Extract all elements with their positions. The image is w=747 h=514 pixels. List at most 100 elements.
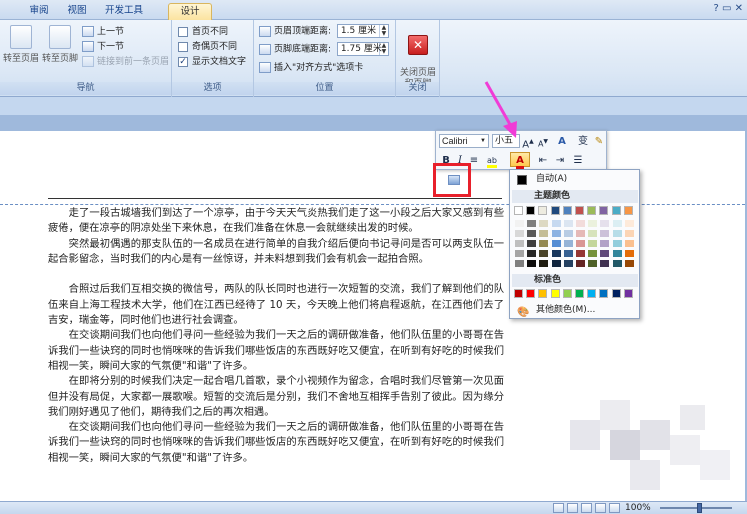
draft-view-icon[interactable]	[609, 503, 620, 513]
theme-shade-swatch[interactable]	[539, 220, 549, 227]
zoom-level[interactable]: 100%	[625, 502, 651, 514]
theme-shade-swatch[interactable]	[624, 250, 634, 257]
document-body[interactable]: 走了一段古城墙我们到达了一个凉亭，由于今天天气炎热我们走了这一小段之后大家又感到…	[48, 206, 504, 466]
theme-shade-swatch[interactable]	[624, 260, 634, 267]
theme-shade-swatch[interactable]	[576, 220, 585, 227]
theme-shade-swatch[interactable]	[551, 260, 561, 267]
theme-shade-swatch[interactable]	[527, 230, 537, 237]
goto-header-button[interactable]: 转至页眉	[3, 25, 39, 64]
theme-shade-swatch[interactable]	[600, 260, 610, 267]
theme-color-swatch[interactable]	[623, 206, 633, 215]
theme-shade-swatch[interactable]	[515, 230, 524, 237]
font-size-box[interactable]: 小五	[492, 134, 520, 148]
spinner-arrows-icon[interactable]: ▲ ▼	[378, 25, 388, 37]
theme-shade-swatch[interactable]	[600, 220, 610, 227]
theme-shade-swatch[interactable]	[588, 260, 598, 267]
theme-shade-swatch[interactable]	[588, 240, 598, 247]
theme-shade-swatch[interactable]	[551, 240, 561, 247]
standard-color-swatch[interactable]	[514, 289, 523, 298]
paragraph[interactable]: 在交谈期间我们也向他们寻问一些经验为我们一天之后的调研做准备，他们队伍里的小哥哥…	[48, 328, 504, 374]
paragraph[interactable]: 走了一段古城墙我们到达了一个凉亭，由于今天天气炎热我们走了这一小段之后大家又感到…	[48, 206, 504, 237]
grow-font-button[interactable]: A▲	[522, 134, 534, 150]
standard-color-swatch[interactable]	[611, 289, 621, 298]
standard-color-swatch[interactable]	[550, 289, 560, 298]
theme-shade-swatch[interactable]	[576, 250, 585, 257]
print-layout-view-icon[interactable]	[553, 503, 564, 513]
theme-shade-swatch[interactable]	[588, 250, 598, 257]
automatic-color-option[interactable]: 自动(A)	[512, 172, 638, 187]
theme-shade-swatch[interactable]	[563, 260, 573, 267]
theme-color-swatch[interactable]	[611, 206, 621, 215]
theme-color-swatch[interactable]	[514, 206, 523, 215]
theme-shade-swatch[interactable]	[588, 230, 598, 237]
standard-color-swatch[interactable]	[575, 289, 584, 298]
highlight-button[interactable]: ab	[483, 153, 501, 168]
odd-even-different-checkbox[interactable]: 奇偶页不同	[178, 40, 237, 55]
theme-shade-swatch[interactable]	[624, 230, 634, 237]
theme-color-swatch[interactable]	[526, 206, 536, 215]
next-section-button[interactable]: 下一节	[82, 40, 124, 55]
footer-bottom-spinner[interactable]: ▲ ▼ 1.75 厘米	[336, 42, 389, 56]
theme-shade-swatch[interactable]	[563, 250, 573, 257]
theme-shade-swatch[interactable]	[539, 250, 549, 257]
theme-shade-swatch[interactable]	[563, 240, 573, 247]
theme-shade-swatch[interactable]	[612, 240, 622, 247]
theme-shade-swatch[interactable]	[563, 230, 573, 237]
standard-color-swatch[interactable]	[599, 289, 609, 298]
link-to-previous-button[interactable]: 链接到前一条页眉	[82, 55, 169, 70]
theme-shade-swatch[interactable]	[576, 260, 585, 267]
theme-shade-swatch[interactable]	[527, 220, 537, 227]
show-document-text-checkbox[interactable]: ✓ 显示文档文字	[178, 55, 246, 70]
theme-shade-swatch[interactable]	[612, 260, 622, 267]
tab-review[interactable]: 审阅	[22, 3, 56, 20]
theme-shade-swatch[interactable]	[527, 250, 537, 257]
format-painter-icon[interactable]: ✎	[593, 134, 605, 149]
theme-shade-swatch[interactable]	[539, 230, 549, 237]
theme-shade-swatch[interactable]	[515, 240, 524, 247]
theme-color-swatch[interactable]	[550, 206, 560, 215]
theme-shade-swatch[interactable]	[527, 240, 537, 247]
theme-shade-swatch[interactable]	[600, 250, 610, 257]
dropdown-arrow-icon[interactable]: ▼	[480, 135, 488, 147]
theme-shade-swatch[interactable]	[588, 220, 598, 227]
standard-color-swatch[interactable]	[623, 289, 633, 298]
full-screen-view-icon[interactable]	[567, 503, 578, 513]
standard-color-swatch[interactable]	[526, 289, 536, 298]
shrink-font-button[interactable]: A▼	[537, 134, 549, 149]
tab-developer[interactable]: 开发工具	[98, 3, 150, 20]
theme-shade-swatch[interactable]	[551, 230, 561, 237]
theme-color-swatch[interactable]	[538, 206, 548, 215]
standard-color-swatch[interactable]	[538, 289, 548, 298]
web-layout-view-icon[interactable]	[581, 503, 592, 513]
paragraph[interactable]: 合照过后我们互相交换的微信号，两队的队长同时也进行一次短暂的交流，我们了解到他们…	[48, 282, 504, 328]
styles-button[interactable]: A	[553, 134, 571, 149]
theme-color-swatch[interactable]	[587, 206, 597, 215]
help-icon[interactable]: ? ▭ ✕	[714, 3, 744, 14]
zoom-slider[interactable]	[660, 507, 732, 509]
bullets-icon[interactable]: ☰	[570, 153, 586, 168]
font-color-button[interactable]: A	[510, 152, 530, 169]
theme-shade-swatch[interactable]	[600, 230, 610, 237]
theme-shade-swatch[interactable]	[612, 220, 622, 227]
insert-alignment-tab-button[interactable]: 插入"对齐方式"选项卡	[259, 61, 363, 76]
decrease-indent-icon[interactable]: ⇤	[536, 153, 550, 168]
increase-indent-icon[interactable]: ⇥	[553, 153, 567, 168]
standard-color-swatch[interactable]	[587, 289, 597, 298]
theme-shade-swatch[interactable]	[612, 230, 622, 237]
theme-shade-swatch[interactable]	[576, 230, 585, 237]
blank-paragraph[interactable]	[48, 267, 504, 282]
more-colors-option[interactable]: 🎨 其他颜色(M)...	[512, 303, 638, 318]
theme-shade-swatch[interactable]	[539, 240, 549, 247]
close-header-footer-button[interactable]: ✕ 关闭页眉 和页脚	[398, 24, 438, 90]
standard-color-swatch[interactable]	[562, 289, 572, 298]
theme-shade-swatch[interactable]	[624, 240, 634, 247]
theme-shade-swatch[interactable]	[539, 260, 549, 267]
theme-shade-swatch[interactable]	[527, 260, 537, 267]
theme-color-swatch[interactable]	[575, 206, 584, 215]
theme-shade-swatch[interactable]	[624, 220, 634, 227]
theme-shade-swatch[interactable]	[563, 220, 573, 227]
theme-shade-swatch[interactable]	[515, 220, 524, 227]
theme-shade-swatch[interactable]	[551, 220, 561, 227]
paragraph[interactable]: 在即将分别的时候我们决定一起合唱几首歌，录个小视频作为留念，合唱时我们尽管第一次…	[48, 374, 504, 420]
zoom-slider-handle[interactable]	[697, 503, 702, 513]
